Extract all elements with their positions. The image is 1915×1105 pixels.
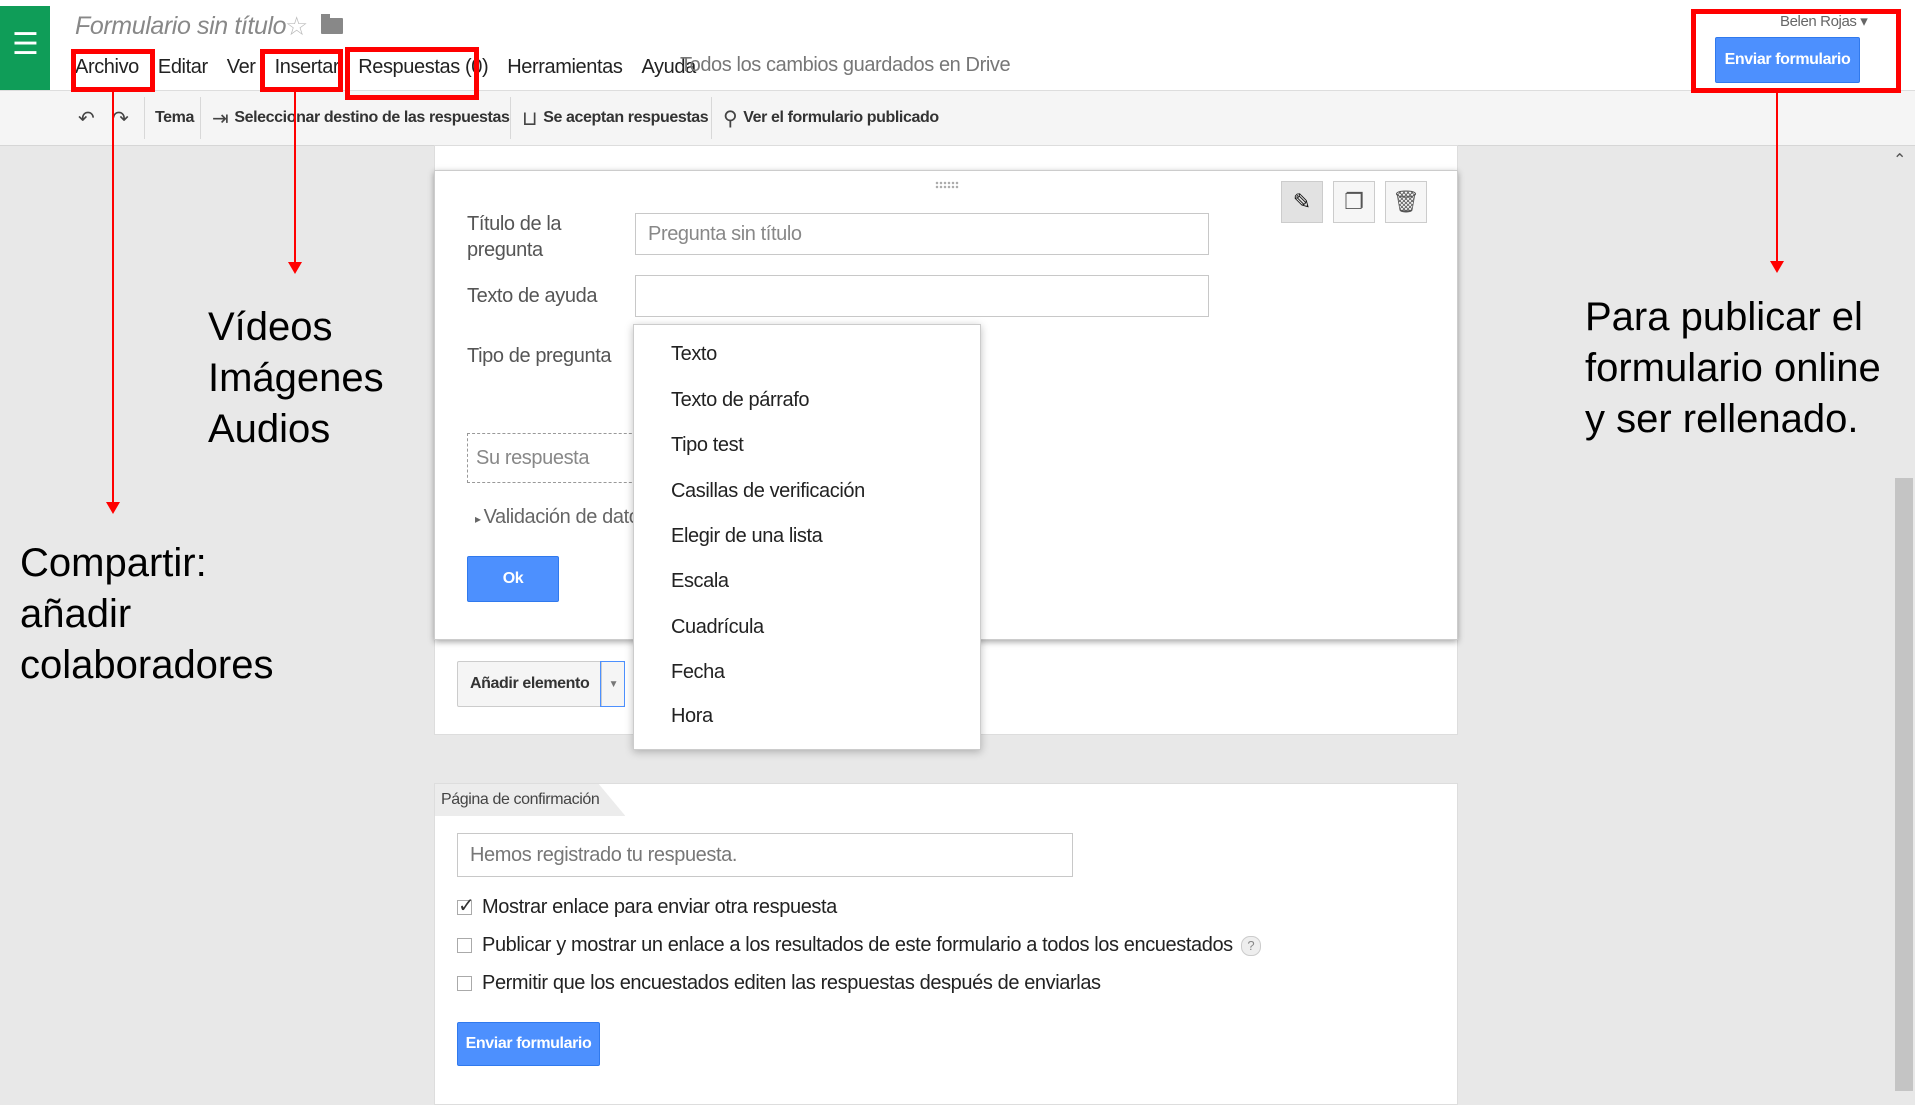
arrowhead-insertar [288, 262, 302, 274]
menu-item-tipo-test[interactable]: Tipo test [671, 434, 744, 457]
save-status: Todos los cambios guardados en Drive [680, 54, 1011, 76]
option-allow-edit[interactable]: Permitir que los encuestados editen las … [457, 972, 1101, 995]
menu-item-fecha[interactable]: Fecha [671, 661, 725, 684]
inbox-icon: ⊔ [522, 106, 538, 130]
undo-button[interactable]: ↶ [78, 91, 101, 145]
annotation-share: Compartir: añadir colaboradores [20, 541, 274, 687]
add-item-button[interactable]: Añadir elemento ▼ [457, 661, 626, 707]
annotation-insert-media: Vídeos Imágenes Audios [208, 305, 384, 451]
arrow-line-send [1776, 93, 1778, 261]
trash-icon[interactable]: 🗑 [1385, 181, 1427, 223]
menu-item-texto-parrafo[interactable]: Texto de párrafo [671, 389, 810, 412]
data-validation-label: Validación de datos [483, 506, 650, 528]
option-show-another-response[interactable]: Mostrar enlace para enviar otra respuest… [457, 893, 837, 919]
undo-icon: ↶ [78, 106, 95, 130]
ok-button[interactable]: Ok [467, 556, 559, 602]
menu-item-cuadricula[interactable]: Cuadrícula [671, 616, 764, 639]
arrowhead-archivo [106, 502, 120, 514]
answer-preview-field: Su respuesta [467, 433, 647, 483]
question-type-label: Tipo de pregunta [467, 345, 612, 367]
chevron-down-icon[interactable]: ▼ [600, 661, 626, 707]
view-published-label: Ver el formulario publicado [743, 109, 939, 126]
export-icon: ⇥ [212, 106, 229, 130]
option-publish-results[interactable]: Publicar y mostrar un enlace a los resul… [457, 934, 1261, 957]
toolbar-divider [711, 97, 712, 139]
edit-pencil-icon[interactable]: ✎ [1281, 181, 1323, 223]
arrow-line-archivo [112, 92, 114, 502]
question-title-label: Título de la pregunta [467, 213, 562, 261]
forms-app-icon[interactable]: ☰ [0, 6, 50, 90]
folder-icon[interactable] [321, 14, 343, 34]
accepting-responses-label: Se aceptan respuestas [543, 109, 709, 126]
add-item-label: Añadir elemento [470, 675, 590, 692]
question-type-menu: Texto Texto de párrafo Tipo test Casilla… [633, 324, 981, 750]
toolbar-divider [510, 97, 511, 139]
menu-item-texto[interactable]: Texto [671, 343, 717, 366]
redo-icon: ↷ [112, 106, 129, 130]
menu-herramientas[interactable]: Herramientas [507, 56, 623, 79]
theme-button[interactable]: Tema [155, 91, 194, 145]
list-icon: ☰ [12, 27, 39, 62]
checkbox[interactable] [457, 976, 472, 991]
highlight-send-button [1691, 9, 1901, 93]
menu-ver[interactable]: Ver [227, 56, 256, 79]
confirmation-page-card: Página de confirmación Hemos registrado … [434, 783, 1458, 1105]
arrowhead-send [1770, 261, 1784, 273]
accepting-responses-button[interactable]: ⊔ Se aceptan respuestas [522, 91, 709, 145]
highlight-archivo [71, 49, 155, 92]
duplicate-icon[interactable]: ❐ [1333, 181, 1375, 223]
document-title[interactable]: Formulario sin título [75, 12, 287, 41]
confirmation-tab: Página de confirmación [435, 784, 626, 816]
star-icon[interactable]: ☆ [285, 12, 308, 42]
redo-button[interactable]: ↷ [112, 91, 135, 145]
checkbox[interactable] [457, 938, 472, 953]
data-validation-toggle[interactable]: ▸ Validación de datos [475, 506, 649, 529]
annotation-publish: Para publicar el formulario online y ser… [1585, 295, 1881, 441]
menu-item-hora[interactable]: Hora [671, 705, 713, 728]
arrow-line-insertar [294, 92, 296, 262]
confirmation-send-form-button[interactable]: Enviar formulario [457, 1022, 600, 1066]
toolbar-divider [200, 97, 201, 139]
scroll-up-arrow[interactable]: ⌃ [1893, 150, 1906, 169]
caret-right-icon: ▸ [475, 512, 484, 526]
checkbox-checked[interactable] [457, 893, 474, 917]
help-icon[interactable]: ? [1240, 935, 1261, 956]
toolbar-divider [144, 97, 145, 139]
scrollbar-thumb[interactable] [1895, 478, 1913, 1091]
menu-item-casillas[interactable]: Casillas de verificación [671, 480, 865, 503]
option-label: Permitir que los encuestados editen las … [482, 972, 1101, 994]
help-text-label: Texto de ayuda [467, 285, 598, 307]
response-destination-label: Seleccionar destino de las respuestas [234, 109, 510, 126]
highlight-respuestas [345, 47, 479, 100]
menu-editar[interactable]: Editar [158, 56, 208, 79]
option-label: Publicar y mostrar un enlace a los resul… [482, 934, 1233, 956]
option-label: Mostrar enlace para enviar otra respuest… [482, 896, 837, 918]
view-published-form-button[interactable]: ⚲ Ver el formulario publicado [723, 91, 939, 145]
help-text-input[interactable] [635, 275, 1209, 317]
menu-item-elegir-lista[interactable]: Elegir de una lista [671, 525, 823, 548]
question-title-input[interactable]: Pregunta sin título [635, 213, 1209, 255]
confirmation-message-input[interactable]: Hemos registrado tu respuesta. [457, 833, 1073, 877]
view-live-icon: ⚲ [723, 106, 738, 130]
toolbar: ↶ ↷ Tema ⇥ Seleccionar destino de las re… [0, 91, 1915, 146]
drag-handle[interactable] [935, 181, 959, 189]
menu-item-escala[interactable]: Escala [671, 570, 729, 593]
highlight-insertar [260, 49, 343, 92]
